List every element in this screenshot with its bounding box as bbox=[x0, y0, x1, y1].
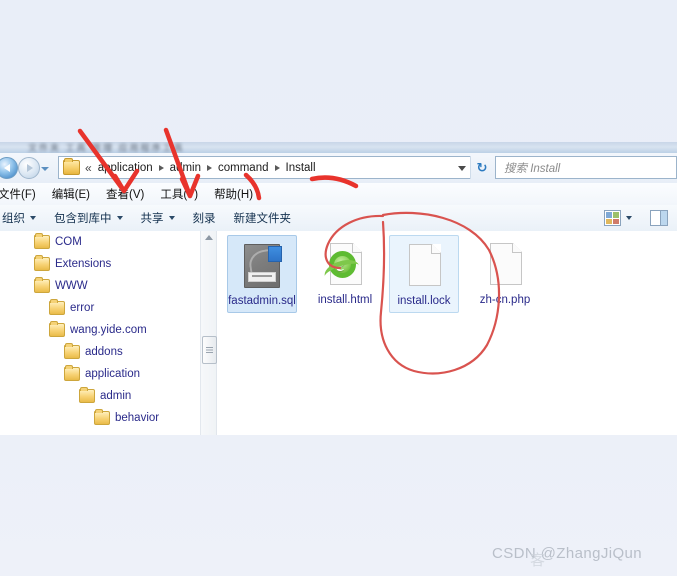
chevron-down-icon bbox=[626, 216, 632, 220]
file-name-label: zh-cn.php bbox=[479, 294, 531, 306]
tree-item-label: COM bbox=[55, 236, 82, 248]
preview-pane-button[interactable] bbox=[641, 210, 677, 226]
command-organize[interactable]: 组织 bbox=[0, 210, 45, 226]
folder-icon bbox=[94, 409, 110, 425]
tree-item[interactable]: error bbox=[0, 297, 200, 319]
tree-item[interactable]: COM bbox=[0, 231, 200, 253]
scrollbar-thumb[interactable] bbox=[202, 336, 217, 364]
command-organize-label: 组织 bbox=[2, 213, 25, 225]
ie-html-file-icon: e bbox=[321, 241, 369, 289]
file-explorer-window: 文件夹 工具 管理 应用程序工具 « application admin com… bbox=[0, 142, 677, 435]
folder-icon bbox=[34, 255, 50, 271]
folder-icon bbox=[34, 233, 50, 249]
file-name-label: install.html bbox=[317, 294, 373, 306]
view-mode-button[interactable] bbox=[595, 210, 641, 226]
tree-item-label: Extensions bbox=[55, 258, 112, 270]
file-list-pane[interactable]: fastadmin.sql e install.html install.loc… bbox=[217, 231, 677, 435]
menu-item-edit[interactable]: 编辑(E) bbox=[44, 186, 98, 202]
folder-icon bbox=[79, 387, 95, 403]
menu-bar: 文件(F) 编辑(E) 查看(V) 工具(T) 帮助(H) bbox=[0, 183, 677, 206]
chevron-down-icon bbox=[30, 216, 36, 220]
address-bar-row: « application admin command Install ↻ 搜索… bbox=[0, 153, 677, 183]
navigation-pane: COM Extensions WWW error wang.yide.com addons… bbox=[0, 231, 200, 435]
file-item-install-lock[interactable]: install.lock bbox=[389, 235, 459, 313]
folder-icon bbox=[49, 321, 65, 337]
window-title-bar: 文件夹 工具 管理 应用程序工具 bbox=[0, 142, 677, 153]
back-arrow-icon bbox=[4, 164, 10, 172]
refresh-button[interactable]: ↻ bbox=[470, 156, 493, 179]
preview-pane-icon bbox=[650, 210, 668, 226]
folder-icon bbox=[49, 299, 65, 315]
tree-item-label: addons bbox=[85, 346, 123, 358]
views-icon bbox=[604, 210, 621, 226]
tree-item[interactable]: application bbox=[0, 363, 200, 385]
file-item-zh-cn-php[interactable]: zh-cn.php bbox=[470, 235, 540, 311]
tree-item-label: wang.yide.com bbox=[70, 324, 147, 336]
tree-item-label: WWW bbox=[55, 280, 88, 292]
window-title-text: 文件夹 工具 管理 应用程序工具 bbox=[28, 143, 185, 153]
tree-item-label: admin bbox=[100, 390, 132, 402]
tree-item[interactable]: admin bbox=[0, 385, 200, 407]
forward-button[interactable] bbox=[18, 157, 40, 179]
command-include-in-library[interactable]: 包含到库中 bbox=[45, 210, 132, 226]
breadcrumb-item-application[interactable]: application bbox=[95, 162, 156, 174]
explorer-content: COM Extensions WWW error wang.yide.com addons… bbox=[0, 231, 677, 435]
breadcrumb: « application admin command Install bbox=[83, 161, 319, 175]
breadcrumb-item-command[interactable]: command bbox=[215, 162, 272, 174]
forward-arrow-icon bbox=[27, 164, 33, 172]
file-name-label: fastadmin.sql bbox=[228, 295, 296, 307]
file-item-install-html[interactable]: e install.html bbox=[310, 235, 380, 311]
chevron-down-icon bbox=[116, 216, 123, 220]
command-new-folder[interactable]: 新建文件夹 bbox=[225, 210, 301, 226]
sql-file-icon bbox=[238, 242, 286, 290]
pane-splitter[interactable] bbox=[200, 231, 201, 435]
chevron-down-icon bbox=[168, 216, 175, 220]
tree-item[interactable]: addons bbox=[0, 341, 200, 363]
back-button[interactable] bbox=[0, 157, 18, 179]
command-bar: 组织 包含到库中 共享 刻录 新建文件夹 bbox=[0, 205, 677, 232]
screenshot-stage: 文件夹 工具 管理 应用程序工具 « application admin com… bbox=[0, 0, 677, 576]
folder-icon bbox=[63, 158, 80, 175]
command-burn[interactable]: 刻录 bbox=[184, 210, 225, 226]
navigation-buttons bbox=[0, 156, 56, 180]
history-dropdown-icon[interactable] bbox=[41, 167, 49, 171]
address-dropdown-icon[interactable] bbox=[458, 166, 466, 171]
menu-item-help[interactable]: 帮助(H) bbox=[206, 186, 261, 202]
tree-item-label: behavior bbox=[115, 412, 160, 424]
breadcrumb-overflow-icon[interactable]: « bbox=[83, 161, 95, 175]
breadcrumb-separator-icon[interactable] bbox=[207, 164, 212, 171]
scroll-up-arrow-icon[interactable] bbox=[205, 235, 213, 240]
command-include-in-library-label: 包含到库中 bbox=[54, 213, 112, 225]
tree-item[interactable]: behavior bbox=[0, 407, 200, 429]
watermark-ghost: 客 bbox=[530, 552, 546, 569]
file-item-fastadmin-sql[interactable]: fastadmin.sql bbox=[227, 235, 297, 313]
file-name-label: install.lock bbox=[397, 295, 451, 307]
tree-item-label: error bbox=[70, 302, 95, 314]
navigation-pane-scrollbar[interactable] bbox=[201, 231, 217, 435]
tree-item[interactable]: Extensions bbox=[0, 253, 200, 275]
address-bar[interactable]: « application admin command Install bbox=[58, 156, 471, 179]
folder-icon bbox=[34, 277, 50, 293]
breadcrumb-separator-icon[interactable] bbox=[158, 164, 164, 171]
command-share[interactable]: 共享 bbox=[132, 210, 184, 226]
menu-item-file[interactable]: 文件(F) bbox=[0, 186, 44, 202]
breadcrumb-separator-icon[interactable] bbox=[274, 164, 280, 171]
tree-item-label: application bbox=[85, 368, 140, 380]
search-input[interactable]: 搜索 Install bbox=[504, 160, 560, 176]
refresh-icon: ↻ bbox=[476, 159, 488, 175]
tree-item[interactable]: wang.yide.com bbox=[0, 319, 200, 341]
breadcrumb-item-admin[interactable]: admin bbox=[167, 162, 204, 174]
command-share-label: 共享 bbox=[140, 213, 164, 225]
menu-item-view[interactable]: 查看(V) bbox=[98, 186, 152, 202]
folder-icon bbox=[64, 365, 80, 381]
menu-item-tools[interactable]: 工具(T) bbox=[152, 186, 206, 202]
generic-file-icon bbox=[481, 241, 529, 289]
watermark-text: CSDN @ZhangJiQun bbox=[492, 545, 643, 562]
generic-file-icon bbox=[400, 242, 448, 290]
search-box[interactable]: 搜索 Install bbox=[495, 156, 677, 179]
tree-item[interactable]: WWW bbox=[0, 275, 200, 297]
breadcrumb-item-install[interactable]: Install bbox=[283, 162, 319, 174]
folder-icon bbox=[64, 343, 80, 359]
